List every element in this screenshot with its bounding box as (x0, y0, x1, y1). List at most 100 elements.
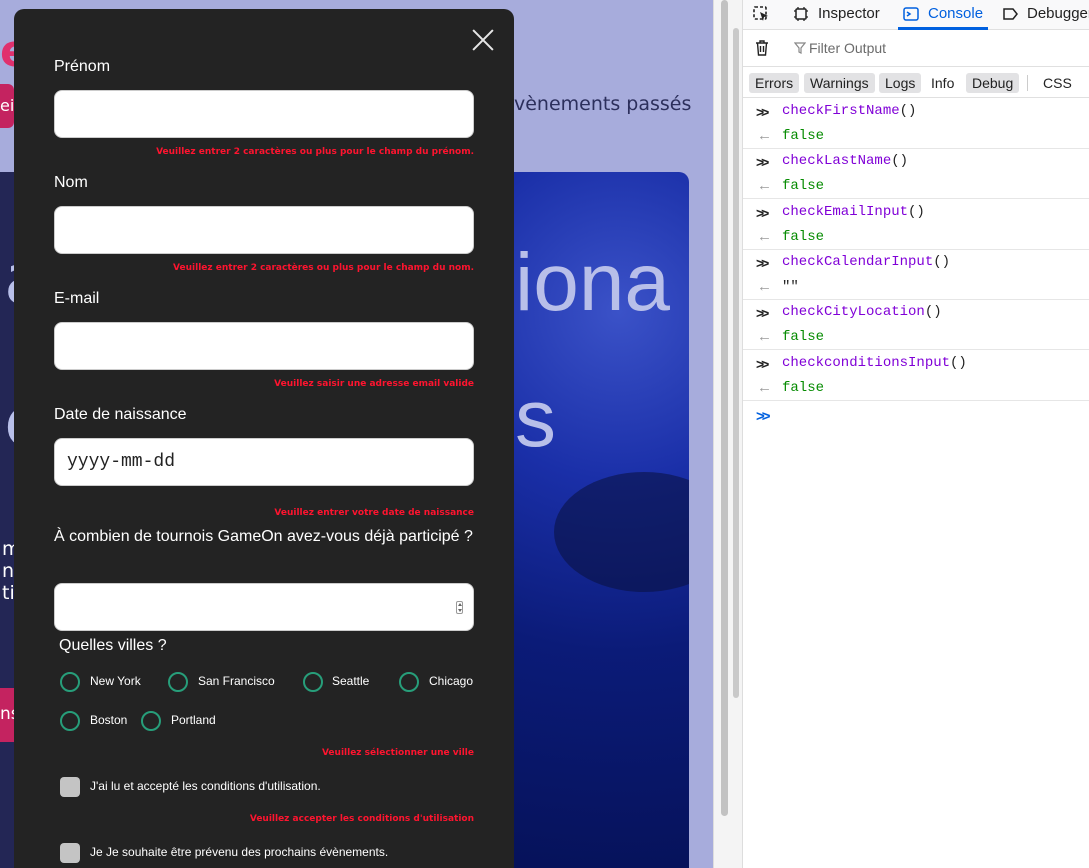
first-name-label: Prénom (54, 58, 111, 75)
hero-fragment-e: e (4, 387, 14, 457)
level-errors[interactable]: Errors (749, 73, 800, 93)
console-entry: >> checkLastName() ← false (743, 149, 1089, 199)
result-arrow-icon: ← (757, 177, 772, 194)
console-input[interactable]: checkEmailInput() (782, 204, 925, 220)
level-css[interactable]: CSS (1037, 73, 1078, 93)
level-info[interactable]: Info (925, 73, 960, 93)
hero-cta-button[interactable]: ns (0, 688, 20, 742)
console-input[interactable]: checkFirstName() (782, 103, 916, 119)
result-arrow-icon: ← (757, 328, 772, 345)
level-warnings[interactable]: Warnings (804, 73, 875, 93)
devtools-panel: Inspector Console Debugger Filter Output… (743, 0, 1089, 868)
city-label-chicago: Chicago (429, 674, 474, 688)
level-debug[interactable]: Debug (966, 73, 1020, 93)
console-input[interactable]: checkCityLocation() (782, 304, 942, 320)
page-scrollbar[interactable] (713, 0, 743, 868)
console-entry: >> checkFirstName() ← false (743, 99, 1089, 149)
tab-debugger[interactable]: Debugger (1027, 0, 1089, 30)
stepper-icon[interactable] (456, 601, 463, 614)
email-error: Veuillez saisir une adresse email valide (274, 379, 474, 389)
last-name-input[interactable] (54, 206, 474, 254)
hero-fragment-a: a (4, 244, 14, 314)
radio-seattle[interactable] (303, 672, 323, 692)
first-name-input[interactable] (54, 90, 474, 138)
console-output: "" (782, 279, 799, 295)
devtools-tabbar: Inspector Console Debugger (743, 0, 1089, 30)
inspector-icon (794, 7, 808, 21)
input-chevron-icon: >> (756, 205, 769, 221)
input-chevron-icon: >> (756, 154, 769, 170)
hero-heading-line1: iona (515, 237, 671, 328)
radio-new-york[interactable] (60, 672, 80, 692)
input-chevron-icon: >> (756, 104, 769, 120)
console-output: false (782, 128, 825, 144)
debugger-icon (1003, 8, 1018, 20)
conditions-checkbox[interactable] (60, 777, 80, 797)
console-input[interactable]: checkCalendarInput() (782, 254, 950, 270)
filter-icon (794, 42, 806, 54)
toolbar-divider (1027, 75, 1028, 91)
console-entry: >> checkCityLocation() ← false (743, 300, 1089, 350)
tab-console[interactable]: Console (928, 0, 983, 30)
console-output: false (782, 329, 825, 345)
registration-modal: Prénom Veuillez entrer 2 caractères ou p… (14, 9, 514, 868)
radio-chicago[interactable] (399, 672, 419, 692)
conditions-error: Veuillez accepter les conditions d'utili… (249, 814, 474, 824)
radio-boston[interactable] (60, 711, 80, 731)
console-entry: >> checkCalendarInput() ← "" (743, 250, 1089, 300)
newsletter-checkbox[interactable] (60, 843, 80, 863)
email-label: E-mail (54, 290, 100, 307)
input-chevron-icon: >> (756, 356, 769, 372)
city-label-san-francisco: San Francisco (198, 674, 275, 688)
console-output: false (782, 229, 825, 245)
newsletter-label: Je Je souhaite être prévenu des prochain… (90, 845, 389, 859)
console-input[interactable]: checkLastName() (782, 153, 908, 169)
cities-label: Quelles villes ? (59, 637, 167, 654)
console-input[interactable]: checkconditionsInput() (782, 355, 967, 371)
console-filter-bar: Filter Output (743, 31, 1089, 67)
console-entry: >> checkconditionsInput() ← false (743, 351, 1089, 401)
first-name-error: Veuillez entrer 2 caractères ou plus pou… (156, 147, 474, 157)
hero-panel: a e m ne ti (0, 172, 14, 868)
radio-san-francisco[interactable] (168, 672, 188, 692)
nav-pill-text: eil (0, 96, 14, 115)
city-label-portland: Portland (171, 713, 216, 727)
nav-pill[interactable]: eil (0, 84, 14, 128)
last-name-label: Nom (54, 174, 88, 191)
conditions-label: J'ai lu et accepté les conditions d'util… (90, 779, 321, 793)
last-name-error: Veuillez entrer 2 caractères ou plus pou… (173, 263, 474, 273)
trash-icon[interactable] (754, 39, 770, 57)
tournament-count-label: À combien de tournois GameOn avez-vous d… (54, 528, 473, 545)
email-input[interactable] (54, 322, 474, 370)
console-prompt-icon[interactable]: >> (756, 408, 770, 425)
console-output: false (782, 178, 825, 194)
city-label-new-york: New York (90, 674, 141, 688)
close-icon[interactable] (472, 29, 494, 51)
hero-side-text: m ne ti (2, 538, 14, 604)
input-chevron-icon: >> (756, 255, 769, 271)
result-arrow-icon: ← (757, 379, 772, 396)
birthdate-error: Veuillez entrer votre date de naissance (274, 508, 474, 518)
element-picker-icon[interactable] (753, 6, 769, 22)
birthdate-input[interactable]: yyyy-mm-dd (54, 438, 474, 486)
tournament-count-input[interactable] (54, 583, 474, 631)
scrollbar-thumb[interactable] (721, 0, 728, 816)
result-arrow-icon: ← (757, 127, 772, 144)
devtools-scrollbar-thumb[interactable] (733, 28, 739, 698)
city-label-boston: Boston (90, 713, 128, 727)
filter-input[interactable]: Filter Output (809, 40, 886, 56)
console-icon (903, 7, 919, 21)
active-tab-indicator (898, 27, 988, 30)
result-arrow-icon: ← (757, 278, 772, 295)
cities-error: Veuillez sélectionner une ville (321, 748, 474, 758)
tab-inspector[interactable]: Inspector (818, 0, 880, 30)
log-level-toolbar: Errors Warnings Logs Info Debug CSS (743, 68, 1089, 98)
console-output: false (782, 380, 825, 396)
city-label-seattle: Seattle (332, 674, 370, 688)
radio-portland[interactable] (141, 711, 161, 731)
nav-link-past-events[interactable]: vènements passés (514, 93, 691, 115)
input-chevron-icon: >> (756, 305, 769, 321)
hero-heading-line2: s (515, 373, 556, 464)
console-entry: >> checkEmailInput() ← false (743, 200, 1089, 250)
level-logs[interactable]: Logs (879, 73, 922, 93)
